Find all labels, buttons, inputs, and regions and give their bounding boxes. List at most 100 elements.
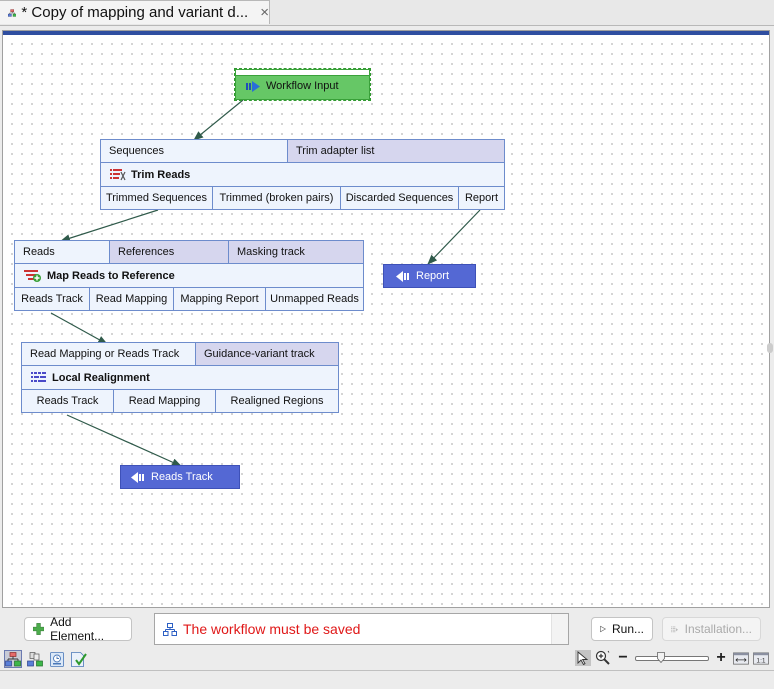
tab-title: * Copy of mapping and variant d... — [21, 4, 249, 21]
validation-check-icon — [71, 651, 87, 667]
port-label: Guidance-variant track — [204, 348, 315, 360]
zoom-in-button[interactable]: + — [713, 649, 729, 666]
zoom-in-icon — [595, 650, 610, 665]
output-port-report[interactable]: Report — [459, 187, 504, 209]
workflow-editor-icon — [5, 651, 21, 666]
port-label: Reads Track — [36, 395, 99, 407]
workflow-icon — [163, 622, 177, 636]
close-tab-icon[interactable]: × — [260, 4, 269, 21]
trim-reads-node[interactable]: Sequences Trim adapter list Trim Reads T… — [100, 139, 505, 210]
add-element-button[interactable]: Add Element... — [24, 615, 132, 643]
node-header: Map Reads to Reference — [15, 263, 363, 288]
workflow-input-icon — [246, 80, 260, 92]
input-port-reads[interactable]: Reads — [15, 241, 110, 263]
port-label: Masking track — [237, 246, 305, 258]
node-title: Trim Reads — [131, 168, 191, 181]
workflow-hierarchy-view-button[interactable] — [26, 650, 44, 668]
plus-icon — [33, 623, 45, 635]
output-port-read-mapping[interactable]: Read Mapping — [114, 390, 216, 412]
connection-input-to-trim[interactable] — [193, 99, 244, 141]
port-label: Sequences — [109, 145, 165, 157]
history-view-button[interactable] — [48, 650, 66, 668]
port-label: Read Mapping — [128, 395, 201, 407]
input-port-sequences[interactable]: Sequences — [101, 140, 288, 162]
workflow-canvas[interactable]: Workflow Input Sequences Trim adapter li… — [3, 35, 769, 607]
workflow-tab[interactable]: * Copy of mapping and variant d... × — [0, 0, 270, 24]
port-label: Reads Track — [21, 293, 83, 305]
local-realignment-icon — [31, 372, 46, 382]
editor-tab-bar: * Copy of mapping and variant d... × — [0, 0, 774, 26]
input-port-read-mapping-or-reads-track[interactable]: Read Mapping or Reads Track — [22, 343, 196, 365]
workflow-editor-view-button[interactable] — [4, 650, 22, 668]
connection-map-to-realign[interactable] — [50, 312, 108, 345]
node-header: Trim Reads — [101, 162, 504, 187]
port-label: Read Mapping or Reads Track — [30, 348, 180, 360]
tab-divider — [0, 25, 774, 26]
validation-view-button[interactable] — [70, 650, 88, 668]
port-label: References — [118, 246, 175, 258]
workflow-output-icon — [131, 471, 144, 483]
output-port-realigned-regions[interactable]: Realigned Regions — [216, 390, 338, 412]
output-port-trimmed-broken-pairs[interactable]: Trimmed (broken pairs) — [213, 187, 341, 209]
installation-icon — [671, 626, 679, 632]
zoom-slider-track — [635, 656, 709, 661]
port-label: Trim adapter list — [296, 145, 375, 157]
run-button[interactable]: Run... — [591, 617, 653, 641]
connection-layer — [50, 99, 481, 467]
map-reads-node[interactable]: Reads References Masking track Map Reads… — [14, 240, 364, 311]
local-realignment-node[interactable]: Read Mapping or Reads Track Guidance-var… — [21, 342, 339, 413]
workflow-hierarchy-icon — [27, 651, 43, 666]
view-switcher — [4, 650, 88, 668]
port-label: Trimmed Sequences — [105, 192, 208, 204]
port-label: Unmapped Reads — [270, 293, 359, 305]
output-port-read-mapping[interactable]: Read Mapping — [90, 288, 174, 310]
actual-size-button[interactable]: 1:1 — [753, 650, 769, 666]
workflow-output-report[interactable]: Report — [383, 264, 476, 288]
status-message: The workflow must be saved — [183, 621, 361, 637]
history-icon — [50, 651, 64, 667]
port-label: Trimmed (broken pairs) — [219, 192, 334, 204]
bottom-toolbar: Add Element... The workflow must be save… — [0, 608, 774, 670]
fit-to-window-icon — [733, 651, 749, 665]
input-port-masking-track[interactable]: Masking track — [229, 241, 363, 263]
port-label: Discarded Sequences — [345, 192, 454, 204]
node-title: Local Realignment — [52, 371, 150, 384]
add-element-label: Add Element... — [50, 615, 105, 643]
port-label: Realigned Regions — [230, 395, 324, 407]
connection-realign-to-output[interactable] — [66, 414, 182, 467]
zoom-slider[interactable] — [635, 650, 709, 666]
connection-trim-to-map[interactable] — [60, 209, 159, 243]
installation-button[interactable]: Installation... — [662, 617, 761, 641]
node-title: Map Reads to Reference — [47, 269, 175, 282]
output-port-reads-track[interactable]: Reads Track — [22, 390, 114, 412]
output-port-discarded-sequences[interactable]: Discarded Sequences — [341, 187, 459, 209]
port-label: Read Mapping — [95, 293, 168, 305]
play-icon — [600, 625, 606, 633]
workflow-input-node[interactable]: Workflow Input — [234, 68, 371, 101]
zoom-out-button[interactable]: − — [615, 649, 631, 666]
workflow-canvas-frame: Workflow Input Sequences Trim adapter li… — [2, 30, 773, 608]
splitter-handle[interactable] — [767, 343, 773, 353]
node-header: Local Realignment — [22, 365, 338, 390]
select-mode-button[interactable] — [575, 650, 591, 666]
output-label: Report — [416, 270, 450, 282]
input-port-trim-adapter-list[interactable]: Trim adapter list — [288, 140, 504, 162]
workflow-icon — [8, 8, 17, 17]
fit-width-button[interactable] — [733, 650, 749, 666]
output-port-reads-track[interactable]: Reads Track — [15, 288, 90, 310]
workflow-output-reads-track[interactable]: Reads Track — [120, 465, 240, 489]
status-footer — [0, 671, 774, 689]
output-port-unmapped-reads[interactable]: Unmapped Reads — [266, 288, 363, 310]
zoom-mode-button[interactable] — [595, 650, 611, 666]
map-reads-icon — [24, 270, 41, 282]
status-scrollbar[interactable] — [551, 614, 568, 644]
connection-trim-report-to-output[interactable] — [427, 209, 481, 265]
input-port-guidance-variant-track[interactable]: Guidance-variant track — [196, 343, 338, 365]
workflow-input-label: Workflow Input — [266, 80, 339, 92]
input-port-references[interactable]: References — [110, 241, 229, 263]
status-message-box: The workflow must be saved — [154, 613, 569, 645]
run-label: Run... — [611, 622, 644, 636]
zoom-slider-thumb[interactable] — [656, 652, 665, 663]
output-port-mapping-report[interactable]: Mapping Report — [174, 288, 266, 310]
output-port-trimmed-sequences[interactable]: Trimmed Sequences — [101, 187, 213, 209]
